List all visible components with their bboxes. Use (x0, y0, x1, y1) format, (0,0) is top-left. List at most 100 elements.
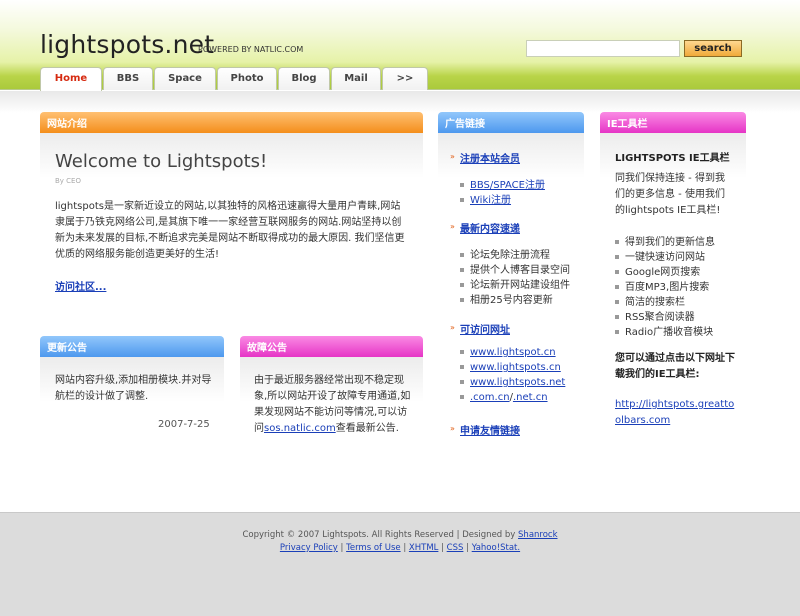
url-link[interactable]: www.lightspots.cn (470, 362, 561, 373)
list-item: 得到我们的更新信息 (615, 233, 715, 248)
footer-separator: | (340, 543, 344, 553)
accessible-urls-link[interactable]: 可访问网址 (460, 321, 510, 336)
url-link[interactable]: www.lightspot.cn (470, 347, 556, 358)
list-item-text: 百度MP3,图片搜索 (625, 282, 710, 293)
list-item: RSS聚合阅读器 (615, 308, 695, 323)
ie-desc: 同我们保持连接 - 得到我们的更多信息 - 使用我们的lightspots IE… (615, 173, 725, 216)
tab-blog[interactable]: Blog (278, 67, 330, 90)
powered-by-text: POWERED BY NATLIC.COM (198, 45, 304, 54)
wiki-register-link[interactable]: Wiki注册 (470, 195, 511, 206)
footer-links: Privacy Policy | Terms of Use | XHTML | … (0, 543, 800, 553)
bullet-icon (615, 300, 619, 304)
list-item: 相册25号内容更新 (460, 291, 553, 306)
url-link[interactable]: www.lightspots.net (470, 377, 565, 388)
xhtml-link[interactable]: XHTML (409, 543, 438, 553)
fault-panel: 由于最近服务器经常出现不稳定现象,所以网站开设了故障专用通道,如果发现网站不能访… (240, 357, 423, 437)
bullet-icon (460, 395, 464, 399)
visit-community-link[interactable]: 访问社区... (55, 278, 106, 293)
ie-toolbar-url-link[interactable]: http://lightspots.greattoolbars.com (615, 397, 737, 429)
update-date: 2007-7-25 (158, 419, 210, 430)
bullet-icon (460, 183, 464, 187)
list-item-text: Google网页搜索 (625, 267, 701, 278)
list-item: 提供个人博客目录空间 (460, 261, 570, 276)
list-item: 百度MP3,图片搜索 (615, 278, 709, 293)
fault-body: 由于最近服务器经常出现不稳定现象,所以网站开设了故障专用通道,如果发现网站不能访… (254, 373, 414, 437)
copyright-text: Copyright © 2007 Lightspots. All Rights … (242, 530, 516, 540)
intro-body: lightspots是一家新近设立的网站,以其独特的风格迅速赢得大量用户青睐,网… (55, 201, 405, 260)
search-input[interactable] (526, 40, 680, 57)
bullet-icon (615, 330, 619, 334)
site-footer: Copyright © 2007 Lightspots. All Rights … (0, 512, 800, 616)
header-shadow (0, 91, 800, 113)
bullet-icon (460, 365, 464, 369)
ads-panel-header: 广告链接 (438, 112, 584, 133)
bullet-icon (460, 268, 464, 272)
sos-link[interactable]: sos.natlic.com (264, 423, 336, 434)
fault-body-end: 查看最新公告. (335, 423, 399, 434)
bullet-icon (460, 283, 464, 287)
copyright-line: Copyright © 2007 Lightspots. All Rights … (0, 530, 800, 540)
list-item-text: 论坛免除注册流程 (470, 250, 550, 261)
arrow-icon: » (450, 323, 455, 332)
bullet-icon (615, 315, 619, 319)
list-item-text: 一键快速访问网站 (625, 252, 705, 263)
bullet-icon (615, 255, 619, 259)
list-item: 简洁的搜索栏 (615, 293, 685, 308)
update-body: 网站内容升级,添加相册模块.并对导航栏的设计做了调整. (55, 375, 212, 402)
tab-space[interactable]: Space (154, 67, 216, 90)
fault-panel-header: 故障公告 (240, 336, 423, 357)
url-link[interactable]: .com.cn (470, 392, 510, 403)
list-item: www.lightspots.net (460, 377, 565, 388)
tab-more[interactable]: >> (382, 67, 428, 90)
tab-bbs[interactable]: BBS (103, 67, 153, 90)
list-item: www.lightspots.cn (460, 362, 561, 373)
list-item-text: 提供个人博客目录空间 (470, 265, 570, 276)
ie-panel: LIGHTSPOTS IE工具栏 同我们保持连接 - 得到我们的更多信息 - 使… (600, 133, 746, 443)
arrow-icon: » (450, 152, 455, 161)
bullet-icon (460, 253, 464, 257)
url-link[interactable]: .net.cn (513, 392, 548, 403)
tab-photo[interactable]: Photo (217, 67, 277, 90)
tab-mail[interactable]: Mail (331, 67, 381, 90)
list-item: Google网页搜索 (615, 263, 700, 278)
arrow-icon: » (450, 424, 455, 433)
list-item-text: Radio广播收音模块 (625, 327, 714, 338)
bbs-space-register-link[interactable]: BBS/SPACE注册 (470, 180, 545, 191)
designer-link[interactable]: Shanrock (518, 530, 557, 540)
bullet-icon (615, 240, 619, 244)
site-header: lightspots.net POWERED BY NATLIC.COM sea… (0, 0, 800, 91)
latest-content-link[interactable]: 最新内容速递 (460, 220, 520, 235)
tab-home[interactable]: Home (40, 67, 102, 91)
register-member-link[interactable]: 注册本站会员 (460, 150, 520, 165)
intro-byline: By CEO (55, 177, 81, 185)
footer-separator: | (403, 543, 407, 553)
list-item-text: 论坛新开网站建设组件 (470, 280, 570, 291)
css-link[interactable]: CSS (447, 543, 464, 553)
bullet-icon (615, 285, 619, 289)
intro-title: Welcome to Lightspots! (55, 151, 268, 172)
terms-of-use-link[interactable]: Terms of Use (346, 543, 401, 553)
footer-separator: | (466, 543, 469, 553)
search-button[interactable]: search (684, 40, 742, 57)
ie-panel-header: IE工具栏 (600, 112, 746, 133)
intro-panel: Welcome to Lightspots! By CEO lightspots… (40, 133, 423, 308)
bullet-icon (460, 350, 464, 354)
list-item-text: 简洁的搜索栏 (625, 297, 685, 308)
list-item: Radio广播收音模块 (615, 323, 713, 338)
list-item: BBS/SPACE注册 (460, 176, 545, 191)
bullet-icon (615, 270, 619, 274)
site-logo[interactable]: lightspots.net (40, 30, 214, 59)
list-item: www.lightspot.cn (460, 347, 556, 358)
list-item-text: 得到我们的更新信息 (625, 237, 715, 248)
list-item: Wiki注册 (460, 191, 511, 206)
ie-download-text: 您可以通过点击以下网址下载我们的IE工具栏: (615, 353, 735, 380)
list-item: 一键快速访问网站 (615, 248, 705, 263)
apply-friend-link[interactable]: 申请友情链接 (460, 422, 520, 437)
yahoo-stat-link[interactable]: Yahoo!Stat. (472, 543, 520, 553)
list-item-text: RSS聚合阅读器 (625, 312, 695, 323)
footer-separator: | (441, 543, 444, 553)
privacy-policy-link[interactable]: Privacy Policy (280, 543, 338, 553)
list-item: .com.cn/.net.cn (460, 392, 548, 403)
arrow-icon: » (450, 222, 455, 231)
update-panel-header: 更新公告 (40, 336, 224, 357)
